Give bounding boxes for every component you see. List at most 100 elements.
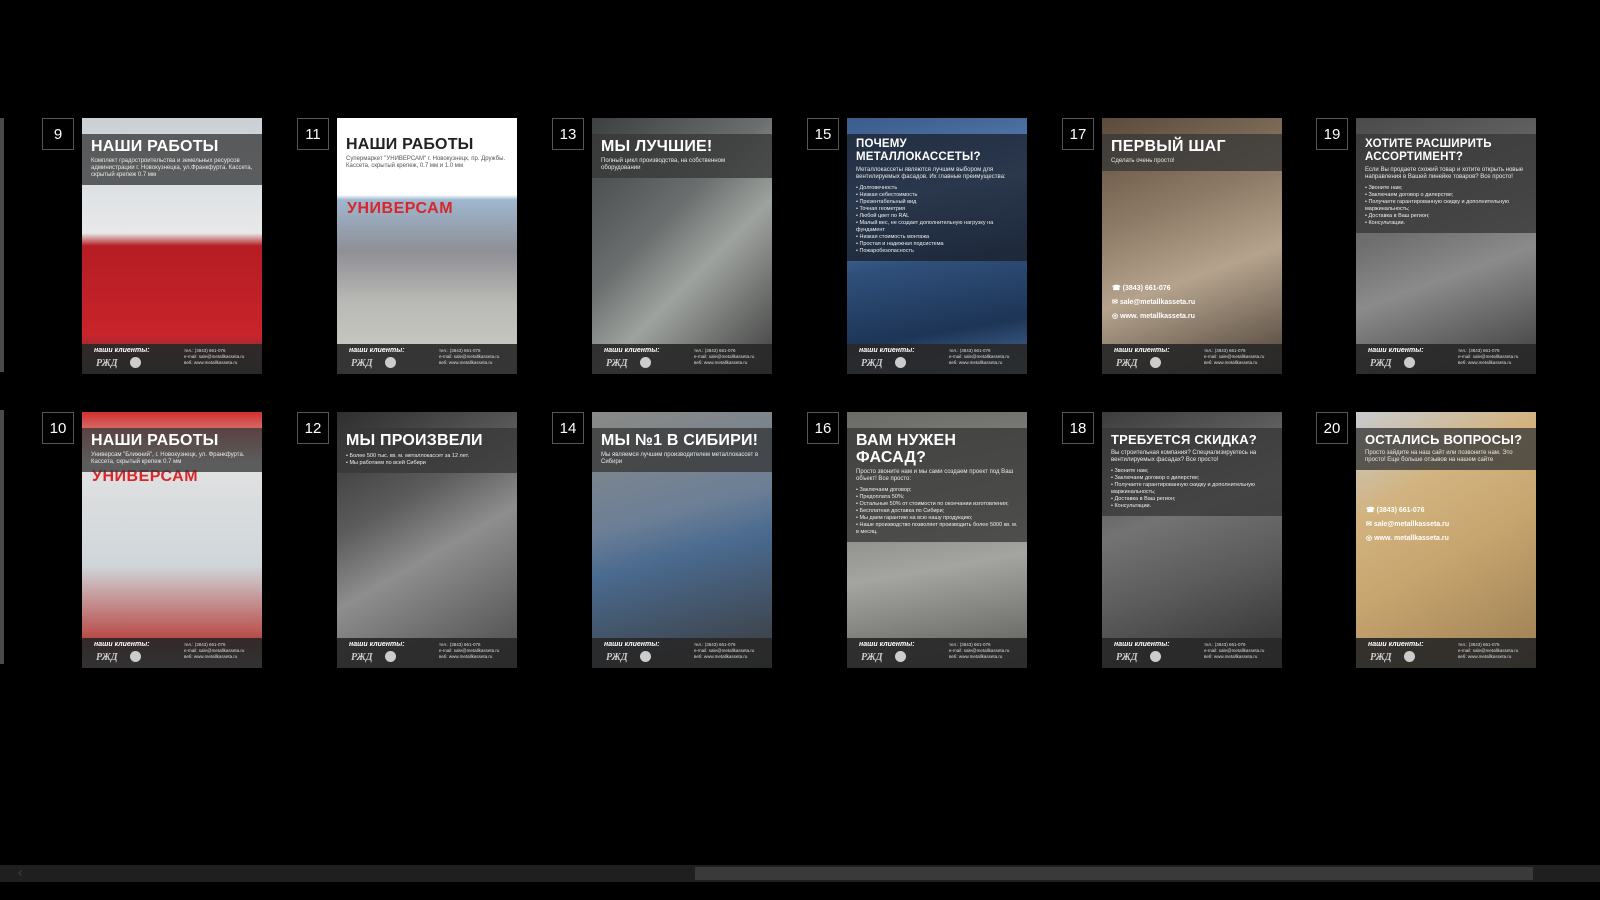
client-logo-icon	[130, 357, 141, 368]
rzd-logo: РЖД	[1116, 652, 1138, 663]
thumbnail-bullet-item: Консультации.	[1365, 220, 1528, 227]
footer-site: веб: www.metallkasseta.ru	[1204, 654, 1258, 659]
footer-contacts: тел.: (3843) 661-076 e-mail: sale@metallk…	[1204, 642, 1274, 660]
contact-text: www. metallkasseta.ru	[1374, 535, 1449, 542]
clients-label: наши клиенты:	[1368, 347, 1424, 354]
page-thumbnail[interactable]: УНИВЕРСАМ НАШИ РАБОТЫ Супермаркет "УНИВЕРС…	[337, 118, 517, 374]
thumbnail-bullet-item: Получаете гарантированную скидку и допол…	[1365, 199, 1528, 213]
page-thumbnail[interactable]: ВАМ НУЖЕН ФАСАД? Просто звоните нам и мы …	[847, 412, 1027, 668]
page-thumbnail-item[interactable]: 16 ВАМ НУЖЕН ФАСАД? Просто звоните нам и м…	[807, 412, 1053, 668]
thumbnail-bullet-list: Заключаем договор;Предоплата 50%;Остальн…	[856, 487, 1019, 536]
thumbnail-bullet-list: Более 500 тыс. кв. м. металлокассет за 1…	[346, 453, 509, 467]
thumbnail-subtitle: Если Вы продаете схожий товар и хотите о…	[1365, 167, 1524, 180]
thumbnail-subtitle: Металлокассеты являются лучшим выбором д…	[856, 167, 1006, 180]
page-thumbnail-item[interactable]: 14 МЫ №1 В СИБИРИ! Мы являемся лучшим прои…	[552, 412, 798, 668]
footer-site: веб: www.metallkasseta.ru	[439, 654, 493, 659]
thumbnail-footer: наши клиенты: РЖД тел.: (3843) 661-076 e-ma…	[337, 638, 517, 668]
clients-label: наши клиенты:	[1114, 641, 1170, 648]
rzd-logo: РЖД	[1370, 652, 1392, 663]
page-thumbnail-item[interactable]: 9 НАШИ РАБОТЫ Комплект градостроительства …	[42, 118, 288, 374]
rzd-logo: РЖД	[1116, 358, 1138, 369]
page-thumbnail-item[interactable]: 15 ПОЧЕМУ МЕТАЛЛОКАССЕТЫ? Металлокассеты я…	[807, 118, 1053, 374]
page-number-badge: 17	[1062, 118, 1094, 150]
clients-label: наши клиенты:	[859, 641, 915, 648]
page-number-badge: 20	[1316, 412, 1348, 444]
clients-label: наши клиенты:	[1114, 347, 1170, 354]
client-logo-icon	[1150, 651, 1161, 662]
mail-icon: ✉	[1112, 299, 1120, 306]
page-number-badge: 16	[807, 412, 839, 444]
page-thumbnail[interactable]: НАШИ РАБОТЫ Комплект градостроительства и…	[82, 118, 262, 374]
rzd-logo: РЖД	[606, 358, 628, 369]
page-thumbnail-item[interactable]: 20 ОСТАЛИСЬ ВОПРОСЫ? Просто зайдите на наш…	[1316, 412, 1562, 668]
thumbnail-subtitle: Просто звоните нам и мы сами создаем про…	[856, 469, 1014, 482]
thumbnail-bullet-item: Любой цвет по RAL	[856, 213, 1019, 220]
clients-label: наши клиенты:	[604, 641, 660, 648]
thumbnail-bullet-item: Более 500 тыс. кв. м. металлокассет за 1…	[346, 453, 509, 460]
footer-contacts: тел.: (3843) 661-076 e-mail: sale@metallk…	[184, 642, 254, 660]
thumbnail-bullet-item: Низкая стоимость монтажа	[856, 234, 1019, 241]
page-thumbnail-item[interactable]: 10 УНИВЕРСАМ НАШИ РАБОТЫ Универсам "Ближний…	[42, 412, 288, 668]
scrollbar-thumb[interactable]	[695, 867, 1533, 880]
page-thumbnail[interactable]: ПЕРВЫЙ ШАГ Сделать очень просто! ☎ (3843) …	[1102, 118, 1282, 374]
store-sign: УНИВЕРСАМ	[347, 200, 454, 217]
thumbnail-bullet-item: Наше производство позволяет производить …	[856, 522, 1019, 536]
thumbnail-bullet-item: Предоплата 50%;	[856, 494, 1019, 501]
page-thumbnail[interactable]: ОСТАЛИСЬ ВОПРОСЫ? Просто зайдите на наш с…	[1356, 412, 1536, 668]
page-thumbnail[interactable]: ТРЕБУЕТСЯ СКИДКА? Вы строительная компани…	[1102, 412, 1282, 668]
client-logo-icon	[895, 357, 906, 368]
thumbnail-title-band: ПОЧЕМУ МЕТАЛЛОКАССЕТЫ? Металлокассеты явл…	[847, 134, 1027, 261]
page-thumbnail-item[interactable]: 13 МЫ ЛУЧШИЕ! Полный цикл производства, на…	[552, 118, 798, 374]
thumbnail-title: ОСТАЛИСЬ ВОПРОСЫ?	[1365, 432, 1523, 447]
thumbnail-contact-line: ☎ (3843) 661-076	[1366, 504, 1449, 518]
thumbnail-title-band: ПЕРВЫЙ ШАГ Сделать очень просто!	[1102, 134, 1282, 171]
footer-contacts: тел.: (3843) 661-076 e-mail: sale@metallk…	[694, 348, 764, 366]
globe-icon: ◎	[1112, 313, 1121, 320]
thumbnail-title-band: ХОТИТЕ РАСШИРИТЬ АССОРТИМЕНТ? Если Вы про…	[1356, 134, 1536, 233]
thumbnail-title: ТРЕБУЕТСЯ СКИДКА?	[1111, 432, 1257, 447]
thumbnail-bullet-item: Доставка в Ваш регион;	[1365, 213, 1528, 220]
page-thumbnail-item[interactable]: 17 ПЕРВЫЙ ШАГ Сделать очень просто! ☎ (3843…	[1062, 118, 1308, 374]
thumbnail-title-band: НАШИ РАБОТЫ Супермаркет "УНИВЕРСАМ" г. Но…	[337, 118, 517, 176]
thumbnail-contact-line: ✉ sale@metallkasseta.ru	[1112, 296, 1195, 310]
footer-site: веб: www.metallkasseta.ru	[439, 360, 493, 365]
thumbnail-footer: наши клиенты: РЖД тел.: (3843) 661-076 e-ma…	[337, 344, 517, 374]
page-number-badge: 10	[42, 412, 74, 444]
thumbnail-subtitle: Мы являемся лучшим производителем металл…	[601, 452, 759, 465]
thumbnail-title: МЫ ЛУЧШИЕ!	[601, 138, 713, 155]
thumbnail-bullet-item: Долговечность	[856, 185, 1019, 192]
thumbnail-bullet-list: Звоните нам;Заключаем договор о дилерств…	[1111, 468, 1274, 510]
thumbnail-contact-line: ◎ www. metallkasseta.ru	[1366, 532, 1449, 546]
page-thumbnail[interactable]: УНИВЕРСАМ НАШИ РАБОТЫ Универсам "Ближний",…	[82, 412, 262, 668]
thumbnail-bullet-item: Презентабельный вид	[856, 199, 1019, 206]
contact-text: sale@metallkasseta.ru	[1373, 521, 1450, 528]
page-thumbnail[interactable]: ПОЧЕМУ МЕТАЛЛОКАССЕТЫ? Металлокассеты явл…	[847, 118, 1027, 374]
chevron-left-icon[interactable]: ‹	[12, 865, 28, 882]
footer-contacts: тел.: (3843) 661-076 e-mail: sale@metallk…	[439, 348, 509, 366]
clients-label: наши клиенты:	[349, 347, 405, 354]
page-thumbnail[interactable]: МЫ ЛУЧШИЕ! Полный цикл производства, на с…	[592, 118, 772, 374]
footer-site: веб: www.metallkasseta.ru	[1458, 654, 1512, 659]
page-thumbnail-item[interactable]: 18 ТРЕБУЕТСЯ СКИДКА? Вы строительная компа…	[1062, 412, 1308, 668]
globe-icon: ◎	[1366, 535, 1375, 542]
page-thumbnail-item[interactable]: 19 ХОТИТЕ РАСШИРИТЬ АССОРТИМЕНТ? Если Вы п…	[1316, 118, 1562, 374]
page-thumbnail-item[interactable]: 11 УНИВЕРСАМ НАШИ РАБОТЫ Супермаркет "УНИВЕ…	[297, 118, 543, 374]
rzd-logo: РЖД	[351, 358, 373, 369]
thumbnail-contact-line: ✉ sale@metallkasseta.ru	[1366, 518, 1449, 532]
page-number-badge: 9	[42, 118, 74, 150]
thumbnail-subtitle: Вы строительная компания? Специализирует…	[1111, 450, 1257, 463]
thumbnail-title: НАШИ РАБОТЫ	[91, 432, 219, 449]
page-thumbnail[interactable]: МЫ ПРОИЗВЕЛИ Более 500 тыс. кв. м. металл…	[337, 412, 517, 668]
thumbnail-footer: наши клиенты: РЖД тел.: (3843) 661-076 e-ma…	[592, 638, 772, 668]
thumbnail-footer: наши клиенты: РЖД тел.: (3843) 661-076 e-ma…	[82, 344, 262, 374]
thumbnail-subtitle: Универсам "Ближний", г. Новокузнецк, ул.…	[91, 452, 245, 465]
footer-site: веб: www.metallkasseta.ru	[184, 654, 238, 659]
contact-text: sale@metallkasseta.ru	[1119, 299, 1196, 306]
thumbnail-subtitle: Супермаркет "УНИВЕРСАМ" г. Новокузнецк, …	[346, 156, 506, 169]
page-thumbnail[interactable]: ХОТИТЕ РАСШИРИТЬ АССОРТИМЕНТ? Если Вы про…	[1356, 118, 1536, 374]
footer-contacts: тел.: (3843) 661-076 e-mail: sale@metallk…	[694, 642, 764, 660]
clients-label: наши клиенты:	[859, 347, 915, 354]
page-thumbnail-item[interactable]: 12 МЫ ПРОИЗВЕЛИ Более 500 тыс. кв. м. мета…	[297, 412, 543, 668]
page-thumbnail[interactable]: МЫ №1 В СИБИРИ! Мы являемся лучшим произв…	[592, 412, 772, 668]
clients-label: наши клиенты:	[1368, 641, 1424, 648]
